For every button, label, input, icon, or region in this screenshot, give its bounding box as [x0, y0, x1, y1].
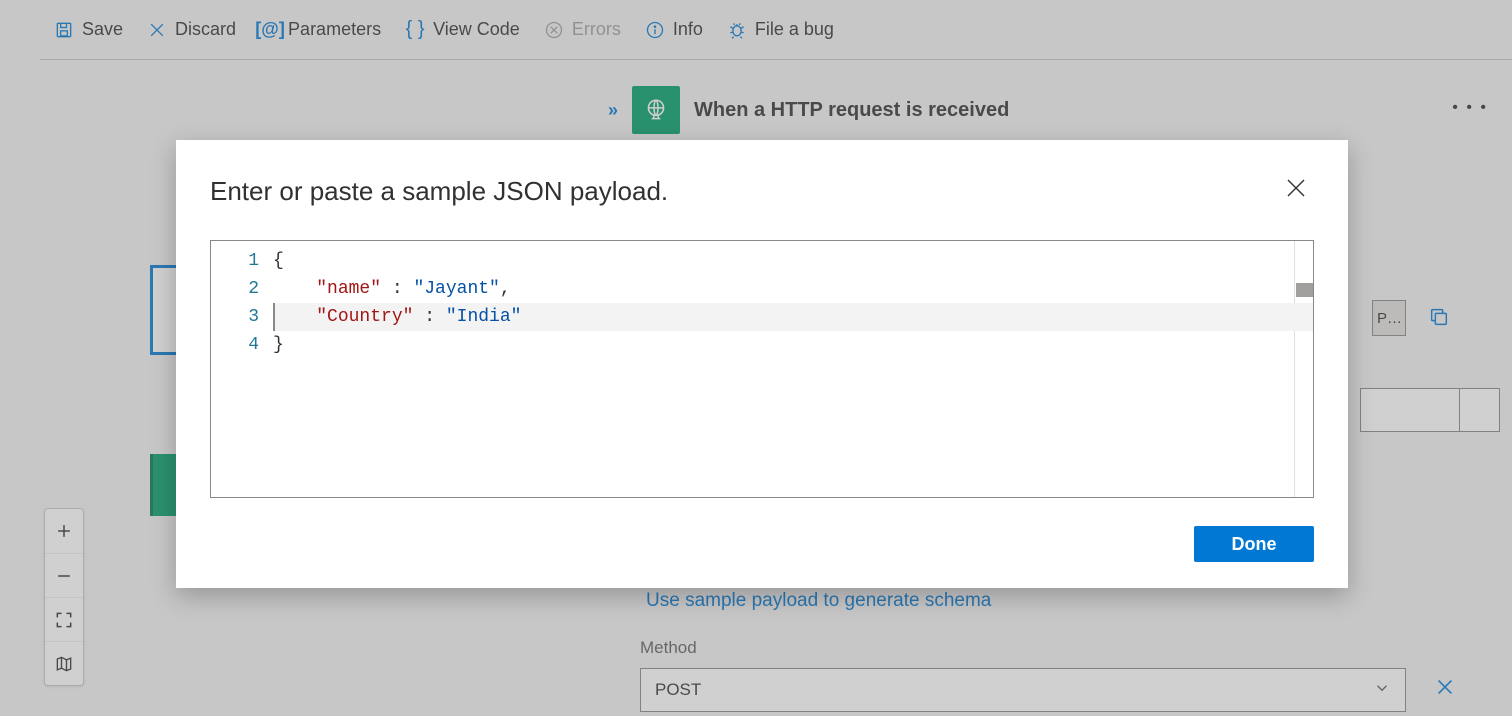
modal-title: Enter or paste a sample JSON payload. — [210, 176, 1314, 207]
line-number-gutter: 1 2 3 4 — [211, 241, 273, 365]
code-token: : — [381, 279, 413, 299]
code-token: { — [273, 251, 284, 271]
line-number: 1 — [211, 247, 259, 275]
sample-payload-modal: Enter or paste a sample JSON payload. 1 … — [176, 140, 1348, 588]
line-number: 3 — [211, 303, 259, 331]
code-token: "name" — [316, 279, 381, 299]
code-token: "India" — [446, 307, 522, 327]
close-modal-button[interactable] — [1284, 176, 1312, 204]
code-token: } — [273, 335, 284, 355]
code-content[interactable]: { "name" : "Jayant", "Country" : "India"… — [273, 241, 1313, 365]
done-button[interactable]: Done — [1194, 526, 1314, 562]
code-token: "Jayant" — [413, 279, 499, 299]
json-editor[interactable]: 1 2 3 4 { "name" : "Jayant", "Country" :… — [210, 240, 1314, 498]
code-token — [273, 279, 316, 299]
code-token: , — [500, 279, 511, 299]
code-token — [273, 307, 316, 327]
line-number: 2 — [211, 275, 259, 303]
code-token: "Country" — [316, 307, 413, 327]
line-number: 4 — [211, 331, 259, 359]
code-token: : — [413, 307, 445, 327]
